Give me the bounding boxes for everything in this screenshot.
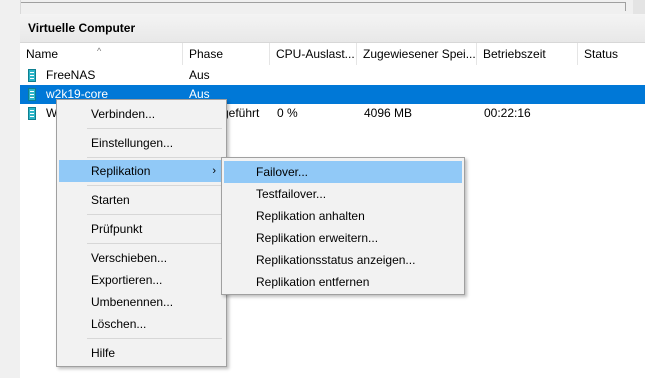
vm-uptime: 00:22:16 bbox=[484, 106, 531, 120]
menu-item-help[interactable]: Hilfe bbox=[59, 342, 224, 364]
menu-item-checkpoint[interactable]: Prüfpunkt bbox=[59, 218, 224, 240]
menu-item-replication-label: Replikation bbox=[91, 164, 151, 178]
submenu-item-failover[interactable]: Failover... bbox=[224, 161, 462, 183]
column-header-status[interactable]: Status bbox=[578, 43, 645, 65]
chevron-right-icon: › bbox=[212, 165, 216, 177]
menu-item-start[interactable]: Starten bbox=[59, 189, 224, 211]
menu-item-connect[interactable]: Verbinden... bbox=[59, 103, 224, 125]
submenu-item-pause-replication[interactable]: Replikation anhalten bbox=[224, 205, 462, 227]
vm-name: FreeNAS bbox=[46, 68, 96, 82]
context-menu: Verbinden... Einstellungen... Replikatio… bbox=[56, 99, 227, 367]
menu-item-move[interactable]: Verschieben... bbox=[59, 247, 224, 269]
menu-separator bbox=[87, 157, 222, 158]
menu-item-delete[interactable]: Löschen... bbox=[59, 313, 224, 335]
table-header: Name ^ Phase CPU-Auslast... Zugewiesener… bbox=[20, 43, 645, 65]
column-header-uptime[interactable]: Betriebszeit bbox=[477, 43, 578, 65]
panel-header: Virtuelle Computer bbox=[20, 14, 645, 43]
menu-item-replication[interactable]: Replikation › bbox=[59, 160, 224, 182]
menu-separator bbox=[87, 243, 222, 244]
virtual-machine-icon bbox=[28, 88, 36, 101]
table-row[interactable]: FreeNAS Aus bbox=[20, 66, 645, 85]
virtual-machine-icon bbox=[28, 69, 36, 82]
frame-scroll-corner bbox=[633, 0, 645, 14]
menu-item-export[interactable]: Exportieren... bbox=[59, 269, 224, 291]
outer-frame-top bbox=[0, 0, 645, 14]
submenu-item-remove-replication[interactable]: Replikation entfernen bbox=[224, 271, 462, 293]
vm-phase: Aus bbox=[189, 68, 210, 82]
frame-border bbox=[16, 2, 626, 11]
submenu-item-extend-replication[interactable]: Replikation erweitern... bbox=[224, 227, 462, 249]
outer-frame-left bbox=[0, 0, 21, 378]
vm-cpu: 0 % bbox=[277, 106, 298, 120]
sort-ascending-icon: ^ bbox=[97, 46, 102, 56]
panel-title: Virtuelle Computer bbox=[28, 21, 136, 35]
column-header-cpu[interactable]: CPU-Auslast... bbox=[270, 43, 357, 65]
submenu-item-replication-status[interactable]: Replikationsstatus anzeigen... bbox=[224, 249, 462, 271]
column-header-phase[interactable]: Phase bbox=[183, 43, 270, 65]
column-header-name[interactable]: Name ^ bbox=[20, 43, 183, 65]
menu-separator bbox=[87, 214, 222, 215]
replication-submenu: Failover... Testfailover... Replikation … bbox=[221, 157, 465, 295]
menu-separator bbox=[87, 128, 222, 129]
vm-memory: 4096 MB bbox=[364, 106, 413, 120]
menu-item-rename[interactable]: Umbenennen... bbox=[59, 291, 224, 313]
menu-item-settings[interactable]: Einstellungen... bbox=[59, 132, 224, 154]
column-header-memory[interactable]: Zugewiesener Spei... bbox=[357, 43, 477, 65]
virtual-machine-icon bbox=[28, 107, 36, 120]
menu-separator bbox=[87, 338, 222, 339]
submenu-item-test-failover[interactable]: Testfailover... bbox=[224, 183, 462, 205]
menu-separator bbox=[87, 185, 222, 186]
